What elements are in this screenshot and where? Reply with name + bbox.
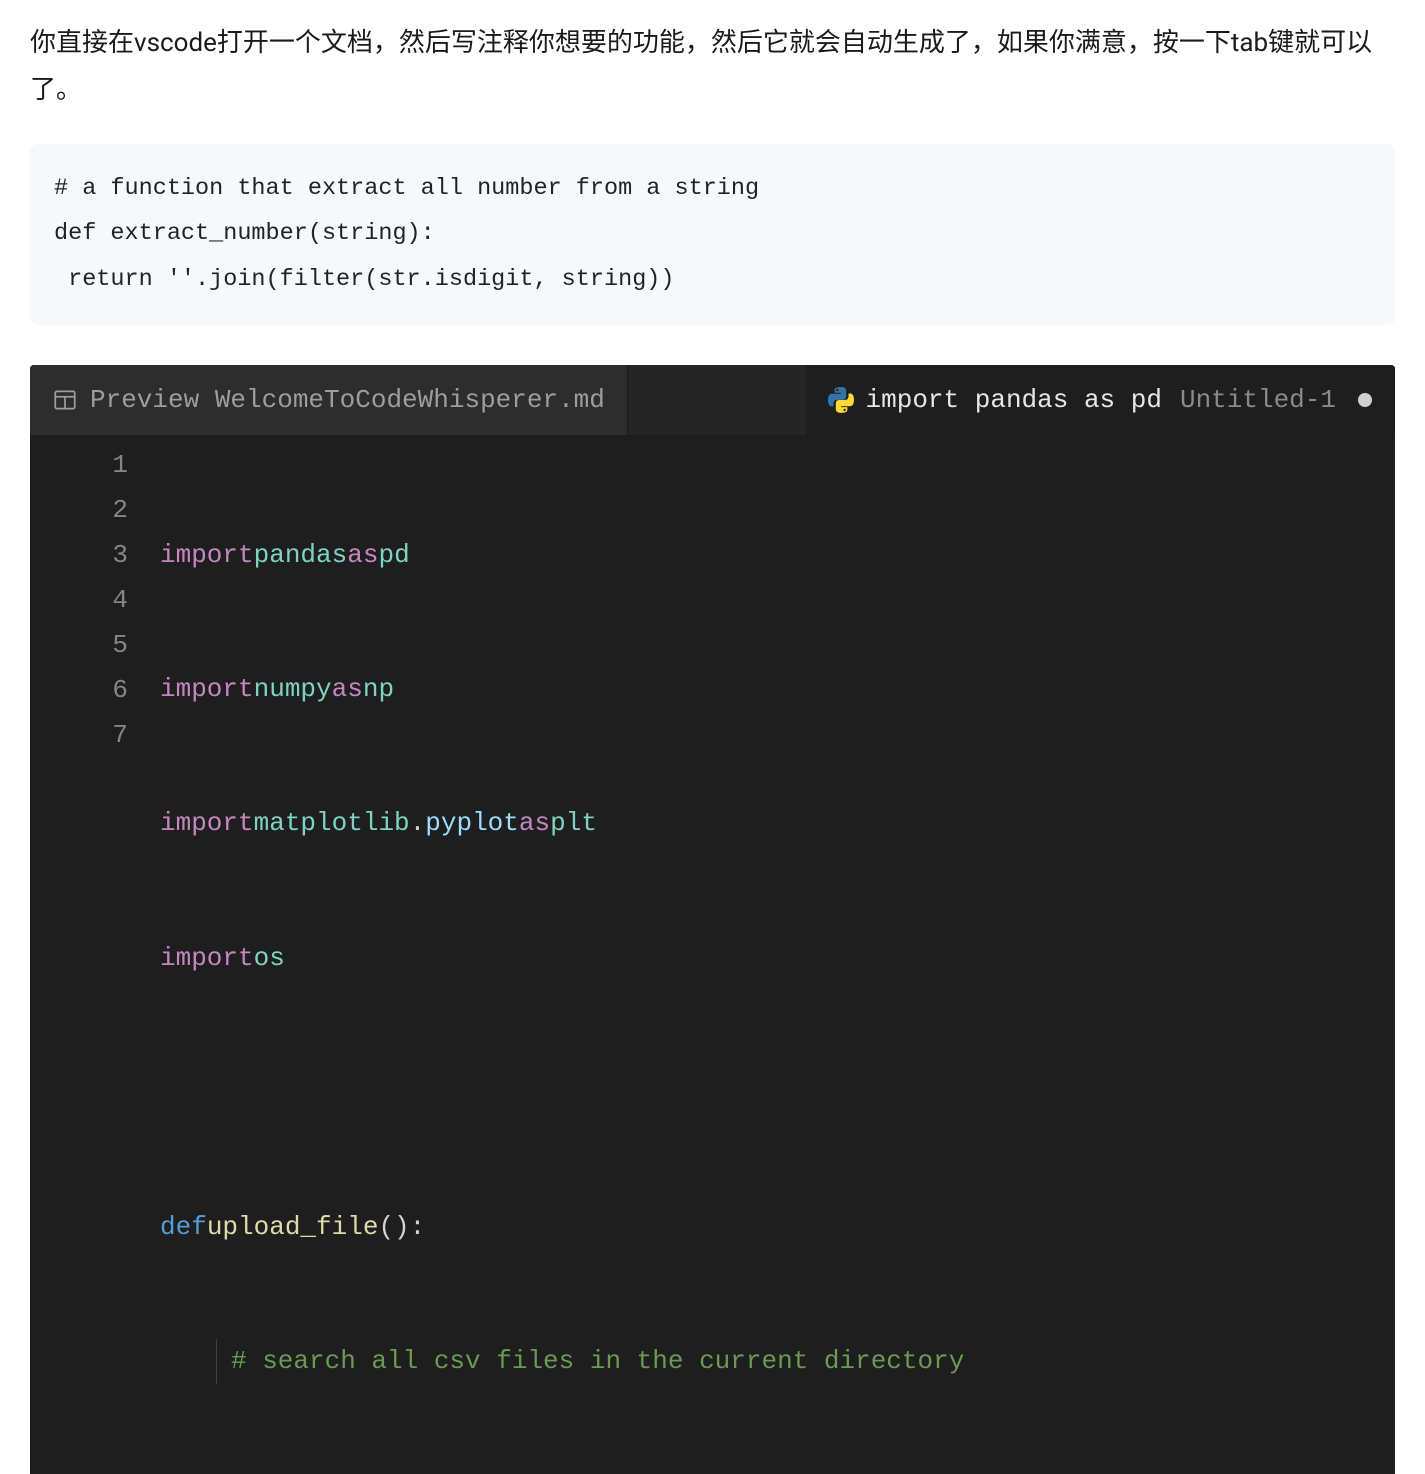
punct: ():	[378, 1205, 425, 1250]
code-line: return ''.join(filter(str.isdigit, strin…	[54, 266, 675, 293]
comment: # search all csv files in the current di…	[231, 1339, 964, 1384]
code-line-empty	[160, 1070, 964, 1115]
line-number: 5	[30, 623, 128, 668]
module: os	[254, 936, 285, 981]
alias: plt	[550, 801, 597, 846]
code-line: import os	[160, 936, 964, 981]
code-line: import matplotlib.pyplot as plt	[160, 801, 964, 846]
code-line: # a function that extract all number fro…	[54, 175, 759, 202]
line-number: 3	[30, 533, 128, 578]
code-area[interactable]: import pandas as pd import numpy as np i…	[160, 443, 964, 1474]
code-line: def extract_number(string):	[54, 220, 435, 247]
keyword: def	[160, 1205, 207, 1250]
submodule: pyplot	[425, 801, 519, 846]
line-number-gutter: 1 2 3 4 5 6 7	[30, 443, 160, 1474]
tab-untitled-python[interactable]: import pandas as pd Untitled-1	[806, 365, 1395, 435]
code-line: import pandas as pd	[160, 532, 964, 577]
description-text: 你直接在vscode打开一个文档，然后写注释你想要的功能，然后它就会自动生成了，…	[30, 28, 1372, 105]
punct: .	[410, 801, 426, 846]
unsaved-indicator-icon	[1358, 393, 1372, 407]
keyword: import	[160, 936, 254, 981]
code-block-example: # a function that extract all number fro…	[30, 144, 1395, 325]
alias: np	[363, 667, 394, 712]
preview-icon	[52, 387, 78, 413]
keyword: import	[160, 667, 254, 712]
alias: pd	[378, 533, 409, 578]
tab-title: import pandas as pd	[866, 385, 1162, 415]
tab-bar-spacer	[628, 365, 806, 435]
module: pandas	[254, 533, 348, 578]
line-number: 4	[30, 578, 128, 623]
article-description: 你直接在vscode打开一个文档，然后写注释你想要的功能，然后它就会自动生成了，…	[30, 20, 1395, 114]
indent-guide	[216, 1339, 217, 1384]
module: numpy	[254, 667, 332, 712]
module: matplotlib	[254, 801, 410, 846]
editor-body[interactable]: 1 2 3 4 5 6 7 import pandas as pd import…	[30, 435, 1395, 1474]
vscode-editor: Preview WelcomeToCodeWhisperer.md import…	[30, 365, 1395, 1474]
line-number: 6	[30, 668, 128, 713]
keyword: as	[519, 801, 550, 846]
code-line: # search all csv files in the current di…	[160, 1339, 964, 1384]
editor-tab-bar: Preview WelcomeToCodeWhisperer.md import…	[30, 365, 1395, 435]
tab-preview-welcome[interactable]: Preview WelcomeToCodeWhisperer.md	[30, 365, 628, 435]
function-name: upload_file	[207, 1205, 379, 1250]
keyword: import	[160, 801, 254, 846]
keyword: import	[160, 533, 254, 578]
keyword: as	[332, 667, 363, 712]
tab-label: Preview WelcomeToCodeWhisperer.md	[90, 385, 605, 415]
python-icon	[828, 387, 854, 413]
line-number: 1	[30, 443, 128, 488]
tab-secondary: Untitled-1	[1180, 385, 1336, 415]
line-number: 2	[30, 488, 128, 533]
code-line: import numpy as np	[160, 667, 964, 712]
line-number: 7	[30, 713, 128, 758]
code-line: def upload_file():	[160, 1205, 964, 1250]
keyword: as	[347, 533, 378, 578]
